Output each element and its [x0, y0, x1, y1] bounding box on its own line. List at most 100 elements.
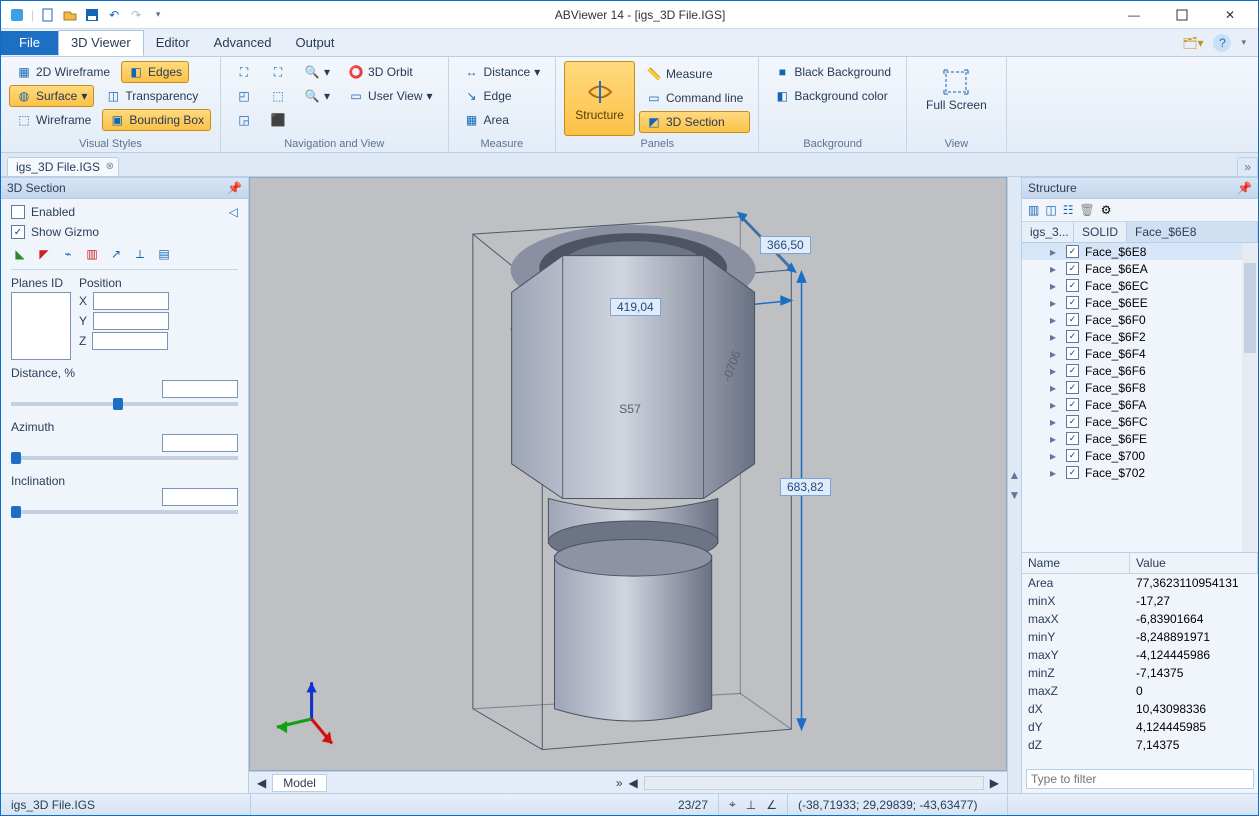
expand-icon[interactable]: ▸ — [1048, 432, 1058, 446]
nav-btn6[interactable]: ◲ — [229, 109, 259, 131]
tree-checkbox[interactable]: ✓ — [1066, 466, 1079, 479]
save-icon[interactable] — [84, 7, 100, 23]
plane-icon-2[interactable]: ◤ — [35, 245, 53, 263]
tree-checkbox[interactable]: ✓ — [1066, 262, 1079, 275]
filter-input[interactable] — [1026, 769, 1254, 789]
tab-editor[interactable]: Editor — [144, 31, 202, 55]
expand-icon[interactable]: ▸ — [1048, 381, 1058, 395]
expand-icon[interactable]: ▸ — [1048, 313, 1058, 327]
minimize-button[interactable]: — — [1112, 4, 1156, 26]
bg-color-button[interactable]: ◧Background color — [767, 85, 894, 107]
distance-input[interactable] — [162, 380, 238, 398]
tree-row[interactable]: ▸✓Face_$6EA — [1022, 260, 1258, 277]
tree-row[interactable]: ▸✓Face_$6E8 — [1022, 243, 1258, 260]
tree-checkbox[interactable]: ✓ — [1066, 398, 1079, 411]
tree-checkbox[interactable]: ✓ — [1066, 381, 1079, 394]
expand-icon[interactable]: ▸ — [1048, 296, 1058, 310]
transparency-button[interactable]: ◫Transparency — [98, 85, 205, 107]
maximize-button[interactable] — [1160, 4, 1204, 26]
fullscreen-button[interactable]: Full Screen — [915, 61, 998, 117]
nav-btn5[interactable]: 🔍▾ — [297, 85, 337, 107]
tab-3d-viewer[interactable]: 3D Viewer — [58, 30, 144, 56]
tree-row[interactable]: ▸✓Face_$6FC — [1022, 413, 1258, 430]
tree-checkbox[interactable]: ✓ — [1066, 364, 1079, 377]
tree-row[interactable]: ▸✓Face_$6F0 — [1022, 311, 1258, 328]
snap-icon-2[interactable]: ⊥ — [746, 798, 756, 812]
hscroll-left[interactable]: ◀ — [629, 776, 638, 790]
plane-icon-3[interactable]: ⌁ — [59, 245, 77, 263]
zoom-dropdown[interactable]: 🔍▾ — [297, 61, 337, 83]
crumb-2[interactable]: Face_$6E8 — [1127, 222, 1258, 242]
tree-checkbox[interactable]: ✓ — [1066, 313, 1079, 326]
struct-tb3-icon[interactable]: ☷ — [1063, 203, 1074, 217]
tree-row[interactable]: ▸✓Face_$702 — [1022, 464, 1258, 481]
measure-panel-button[interactable]: 📏Measure — [639, 63, 750, 85]
expand-icon[interactable]: ▸ — [1048, 245, 1058, 259]
open-icon[interactable] — [62, 7, 78, 23]
nav-btn1[interactable]: ⛶ — [229, 61, 259, 83]
gizmo-checkbox[interactable]: ✓ — [11, 225, 25, 239]
tree-row[interactable]: ▸✓Face_$6F4 — [1022, 345, 1258, 362]
vscroll-up-icon[interactable]: ▲ — [1009, 468, 1021, 482]
2d-wireframe-button[interactable]: ▦2D Wireframe — [9, 61, 117, 83]
area-button[interactable]: ▦Area — [457, 109, 516, 131]
tree-row[interactable]: ▸✓Face_$6F2 — [1022, 328, 1258, 345]
struct-tb1-icon[interactable]: ▥ — [1028, 203, 1039, 217]
model-tab-overflow-icon[interactable]: » — [616, 776, 623, 790]
cmdline-button[interactable]: ▭Command line — [639, 87, 750, 109]
model-tab-prev-icon[interactable]: ◀ — [257, 776, 266, 790]
structure-tree[interactable]: ▸✓Face_$6E8▸✓Face_$6EA▸✓Face_$6EC▸✓Face_… — [1022, 243, 1258, 553]
expand-icon[interactable]: ▸ — [1048, 279, 1058, 293]
folder-icon[interactable]: 🗂▾ — [1182, 36, 1203, 50]
structure-button[interactable]: Structure — [564, 61, 635, 136]
help-dropdown-icon[interactable]: ▾ — [1241, 37, 1246, 48]
expand-icon[interactable]: ▸ — [1048, 466, 1058, 480]
tree-row[interactable]: ▸✓Face_$6F6 — [1022, 362, 1258, 379]
tree-scrollbar[interactable] — [1242, 243, 1258, 552]
surface-button[interactable]: ◍Surface ▾ — [9, 85, 94, 107]
inclination-input[interactable] — [162, 488, 238, 506]
tree-checkbox[interactable]: ✓ — [1066, 245, 1079, 258]
crumb-0[interactable]: igs_3... — [1022, 222, 1074, 242]
expand-icon[interactable]: ▸ — [1048, 347, 1058, 361]
expand-icon[interactable]: ▸ — [1048, 449, 1058, 463]
3d-viewport[interactable]: S57 -0706 366,50 419,04 683,82 — [249, 177, 1007, 771]
planes-id-list[interactable] — [11, 292, 71, 360]
expand-icon[interactable]: ▸ — [1048, 364, 1058, 378]
snap-icon-1[interactable]: ⌖ — [729, 797, 736, 812]
expand-icon[interactable]: ▸ — [1048, 415, 1058, 429]
distance-button[interactable]: ↔Distance ▾ — [457, 61, 548, 83]
z-input[interactable] — [92, 332, 168, 350]
plane-icon-5[interactable]: ↗ — [107, 245, 125, 263]
tree-checkbox[interactable]: ✓ — [1066, 449, 1079, 462]
plane-icon-4[interactable]: ▥ — [83, 245, 101, 263]
new-icon[interactable] — [40, 7, 56, 23]
tree-checkbox[interactable]: ✓ — [1066, 415, 1079, 428]
close-button[interactable]: ✕ — [1208, 4, 1252, 26]
nav-btn2[interactable]: ⛶ — [263, 61, 293, 83]
nav-btn4[interactable]: ⬚ — [263, 85, 293, 107]
distance-slider[interactable] — [11, 402, 238, 406]
pin-icon[interactable]: 📌 — [1237, 181, 1252, 195]
nav-btn7[interactable]: ⬛ — [263, 109, 293, 131]
undo-icon[interactable]: ↶ — [106, 7, 122, 23]
x-input[interactable] — [93, 292, 169, 310]
3d-section-button[interactable]: ◩3D Section — [639, 111, 750, 133]
struct-tb2-icon[interactable]: ◫ — [1045, 203, 1056, 217]
azimuth-input[interactable] — [162, 434, 238, 452]
plane-icon-1[interactable]: ◣ — [11, 245, 29, 263]
tree-checkbox[interactable]: ✓ — [1066, 347, 1079, 360]
document-tab[interactable]: igs_3D File.IGS⊗ — [7, 157, 119, 176]
y-input[interactable] — [93, 312, 169, 330]
plane-icon-6[interactable]: ⟂ — [131, 245, 149, 263]
tab-overflow-icon[interactable]: » — [1237, 157, 1258, 176]
enabled-checkbox[interactable] — [11, 205, 25, 219]
tree-row[interactable]: ▸✓Face_$6EE — [1022, 294, 1258, 311]
3d-orbit-button[interactable]: ⭕3D Orbit — [341, 61, 420, 83]
edge-button[interactable]: ↘Edge — [457, 85, 519, 107]
tree-row[interactable]: ▸✓Face_$6FA — [1022, 396, 1258, 413]
help-icon[interactable]: ? — [1213, 34, 1231, 52]
plane-icon-7[interactable]: ▤ — [155, 245, 173, 263]
wireframe-button[interactable]: ⬚Wireframe — [9, 109, 98, 131]
tree-checkbox[interactable]: ✓ — [1066, 296, 1079, 309]
